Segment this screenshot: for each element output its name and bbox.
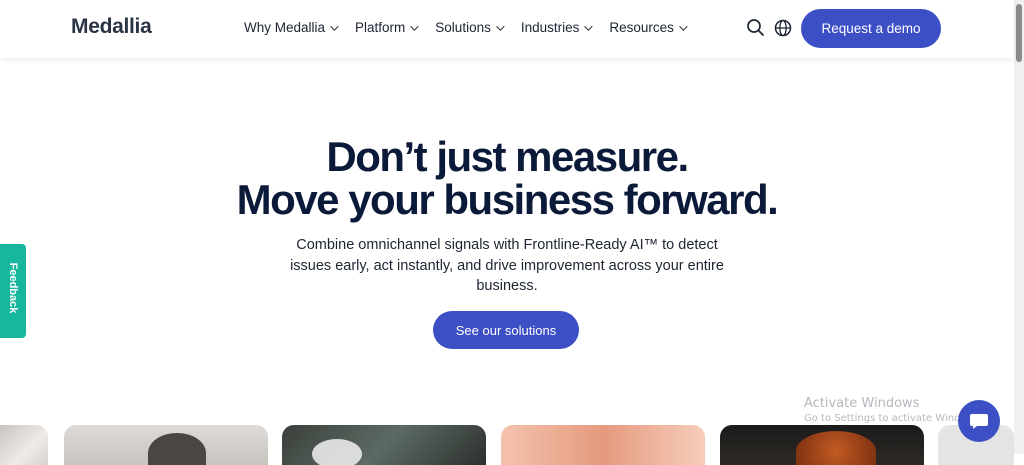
carousel-card[interactable] <box>501 425 705 465</box>
main-nav: Why Medallia Platform Solutions Industri… <box>244 20 704 35</box>
chevron-down-icon <box>496 21 505 31</box>
carousel-card[interactable] <box>0 425 48 465</box>
globe-icon[interactable] <box>773 18 793 38</box>
feedback-label: Feedback <box>7 262 19 314</box>
hero-title-line2: Move your business forward. <box>236 176 779 223</box>
chevron-down-icon <box>330 21 339 31</box>
carousel-card[interactable] <box>282 425 486 465</box>
person-photo <box>148 433 206 465</box>
nav-why-medallia[interactable]: Why Medallia <box>244 20 339 35</box>
nav-resources[interactable]: Resources <box>609 20 688 35</box>
person-photo <box>796 431 876 465</box>
scrollbar-thumb[interactable] <box>1016 4 1022 62</box>
carousel-card[interactable] <box>64 425 268 465</box>
medallia-logo[interactable]: Medallia <box>71 15 152 39</box>
chevron-down-icon <box>410 21 419 31</box>
site-header: Medallia Why Medallia Platform Solutions… <box>0 0 1014 58</box>
see-solutions-button[interactable]: See our solutions <box>433 311 579 349</box>
hero-subtitle: Combine omnichannel signals with Frontli… <box>290 237 724 294</box>
person-photo <box>312 439 362 465</box>
chat-button[interactable] <box>958 400 1000 442</box>
hero-title-line1: Don’t just measure. <box>326 133 689 180</box>
nav-industries[interactable]: Industries <box>521 20 594 35</box>
activate-windows-watermark: Activate Windows Go to Settings to activ… <box>804 396 984 424</box>
search-icon[interactable] <box>746 18 766 38</box>
scrollbar[interactable] <box>1014 0 1024 454</box>
request-demo-button[interactable]: Request a demo <box>801 9 941 48</box>
nav-platform[interactable]: Platform <box>355 20 419 35</box>
carousel-card[interactable] <box>720 425 924 465</box>
nav-solutions[interactable]: Solutions <box>435 20 505 35</box>
chat-bubble-icon <box>970 414 988 429</box>
chevron-down-icon <box>584 21 594 31</box>
chevron-down-icon <box>679 21 688 31</box>
feedback-tab[interactable]: Feedback <box>0 244 26 338</box>
